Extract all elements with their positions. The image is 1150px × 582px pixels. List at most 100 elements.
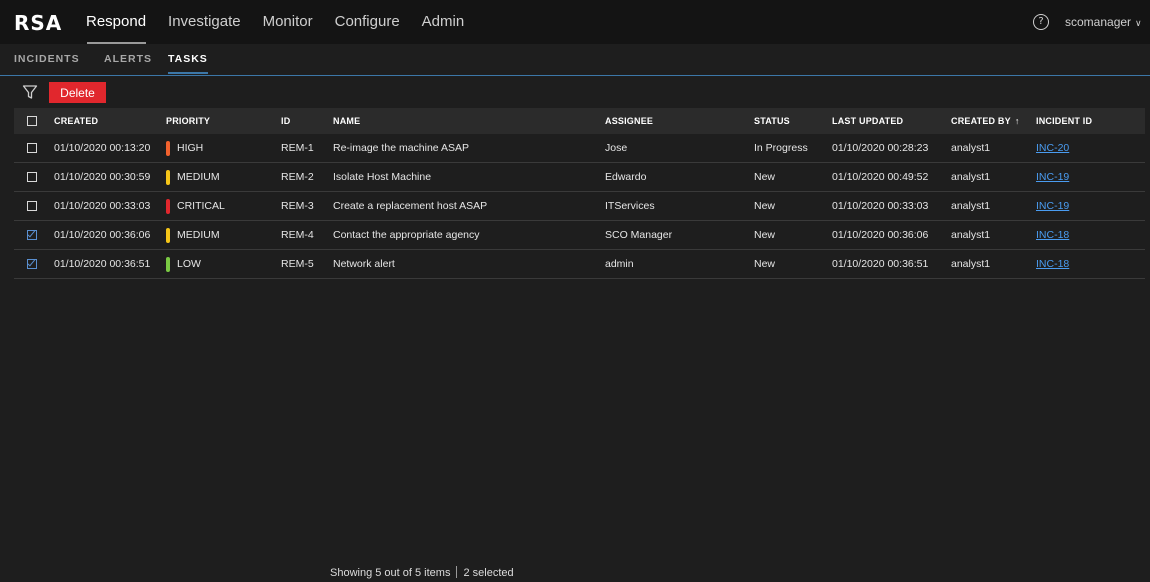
question-circle-icon[interactable]: ? [1033,14,1049,30]
header-id[interactable]: ID [281,108,290,134]
cell-assignee: ITServices [605,200,655,212]
priority-indicator [166,169,170,185]
delete-button[interactable]: Delete [49,82,106,103]
priority-label: LOW [177,258,201,270]
priority-label: MEDIUM [177,171,220,183]
priority-label: CRITICAL [177,200,225,212]
rsa-logo[interactable]: RSA [14,11,62,35]
cell-priority: HIGH [166,134,203,162]
table-row[interactable]: 01/10/2020 00:33:03 CRITICAL REM-3 Create a… [14,192,1145,221]
cell-created-by: analyst1 [951,171,991,183]
cell-status: New [754,258,776,270]
cell-priority: MEDIUM [166,221,220,249]
cell-priority: LOW [166,250,201,278]
header-priority[interactable]: PRIORITY [166,108,210,134]
nav-investigate[interactable]: Investigate [157,0,252,44]
header-created[interactable]: CREATED [54,108,98,134]
cell-id: REM-5 [281,258,314,270]
cell-last-updated: 01/10/2020 00:33:03 [832,200,929,212]
incident-link[interactable]: INC-20 [1036,142,1069,154]
nav-admin[interactable]: Admin [411,0,476,44]
tasks-table: CREATED PRIORITY ID NAME ASSIGNEE STATUS… [14,108,1145,279]
cell-status: New [754,200,776,212]
table-row[interactable]: 01/10/2020 00:36:06 MEDIUM REM-4 Contact th… [14,221,1145,250]
select-all-checkbox[interactable] [27,116,37,126]
cell-assignee: admin [605,258,634,270]
cell-status: New [754,171,776,183]
header-name[interactable]: NAME [333,108,360,134]
header-assignee[interactable]: ASSIGNEE [605,108,653,134]
cell-assignee: Edwardo [605,171,647,183]
main-nav: Respond Investigate Monitor Configure Ad… [75,0,475,44]
incident-link[interactable]: INC-18 [1036,258,1069,270]
row-checkbox[interactable] [27,172,37,182]
cell-last-updated: 01/10/2020 00:28:23 [832,142,929,154]
row-checkbox[interactable] [27,230,37,240]
table-body: 01/10/2020 00:13:20 HIGH REM-1 Re-image the… [14,134,1145,279]
cell-name: Contact the appropriate agency [333,229,480,241]
priority-indicator [166,256,170,272]
table-header: CREATED PRIORITY ID NAME ASSIGNEE STATUS… [14,108,1145,134]
cell-created: 01/10/2020 00:36:06 [54,229,151,241]
incident-link[interactable]: INC-18 [1036,229,1069,241]
row-checkbox[interactable] [27,259,37,269]
tab-alerts[interactable]: ALERTS [104,44,152,75]
filter-icon[interactable] [22,84,38,100]
priority-label: MEDIUM [177,229,220,241]
cell-created: 01/10/2020 00:30:59 [54,171,151,183]
cell-assignee: SCO Manager [605,229,673,241]
cell-name: Network alert [333,258,395,270]
user-name: scomanager [1065,15,1132,29]
table-row[interactable]: 01/10/2020 00:36:51 LOW REM-5 Network alert… [14,250,1145,279]
table-footer: Showing 5 out of 5 items 2 selected [0,563,1150,582]
cell-created: 01/10/2020 00:36:51 [54,258,151,270]
cell-created: 01/10/2020 00:33:03 [54,200,151,212]
priority-indicator [166,198,170,214]
cell-last-updated: 01/10/2020 00:49:52 [832,171,929,183]
footer-divider [456,566,458,578]
cell-status: In Progress [754,142,808,154]
priority-indicator [166,227,170,243]
cell-created-by: analyst1 [951,142,991,154]
showing-count: Showing 5 out of 5 items [330,567,451,579]
priority-label: HIGH [177,142,204,154]
tab-tasks[interactable]: TASKS [168,44,208,75]
cell-id: REM-2 [281,171,314,183]
header-created-by-label: CREATED BY [951,116,1011,126]
incident-link[interactable]: INC-19 [1036,200,1069,212]
cell-last-updated: 01/10/2020 00:36:51 [832,258,929,270]
sort-ascending-icon: ↑ [1014,116,1020,126]
cell-priority: MEDIUM [166,163,220,191]
incident-link[interactable]: INC-19 [1036,171,1069,183]
table-row[interactable]: 01/10/2020 00:30:59 MEDIUM REM-2 Isolate Ho… [14,163,1145,192]
header-created-by[interactable]: CREATED BY ↑ [951,108,1020,134]
chevron-down-icon: ∨ [1135,18,1142,28]
tab-incidents[interactable]: INCIDENTS [14,44,80,75]
row-checkbox[interactable] [27,201,37,211]
sub-nav: INCIDENTS ALERTS TASKS [0,44,1150,76]
cell-id: REM-3 [281,200,314,212]
header-last-updated[interactable]: LAST UPDATED [832,108,903,134]
row-checkbox[interactable] [27,143,37,153]
cell-name: Re-image the machine ASAP [333,142,469,154]
cell-last-updated: 01/10/2020 00:36:06 [832,229,929,241]
user-menu[interactable]: scomanager ∨ [1065,0,1142,44]
cell-id: REM-1 [281,142,314,154]
cell-status: New [754,229,776,241]
cell-priority: CRITICAL [166,192,225,220]
header-incident-id[interactable]: INCIDENT ID [1036,108,1092,134]
nav-configure[interactable]: Configure [324,0,411,44]
selected-count: 2 selected [463,567,514,579]
cell-created-by: analyst1 [951,200,991,212]
priority-indicator [166,140,170,156]
nav-monitor[interactable]: Monitor [252,0,324,44]
cell-created: 01/10/2020 00:13:20 [54,142,151,154]
cell-id: REM-4 [281,229,314,241]
table-row[interactable]: 01/10/2020 00:13:20 HIGH REM-1 Re-image the… [14,134,1145,163]
cell-assignee: Jose [605,142,628,154]
cell-name: Create a replacement host ASAP [333,200,488,212]
top-bar: RSA Respond Investigate Monitor Configur… [0,0,1150,44]
nav-respond[interactable]: Respond [75,0,157,44]
cell-created-by: analyst1 [951,229,991,241]
header-status[interactable]: STATUS [754,108,790,134]
